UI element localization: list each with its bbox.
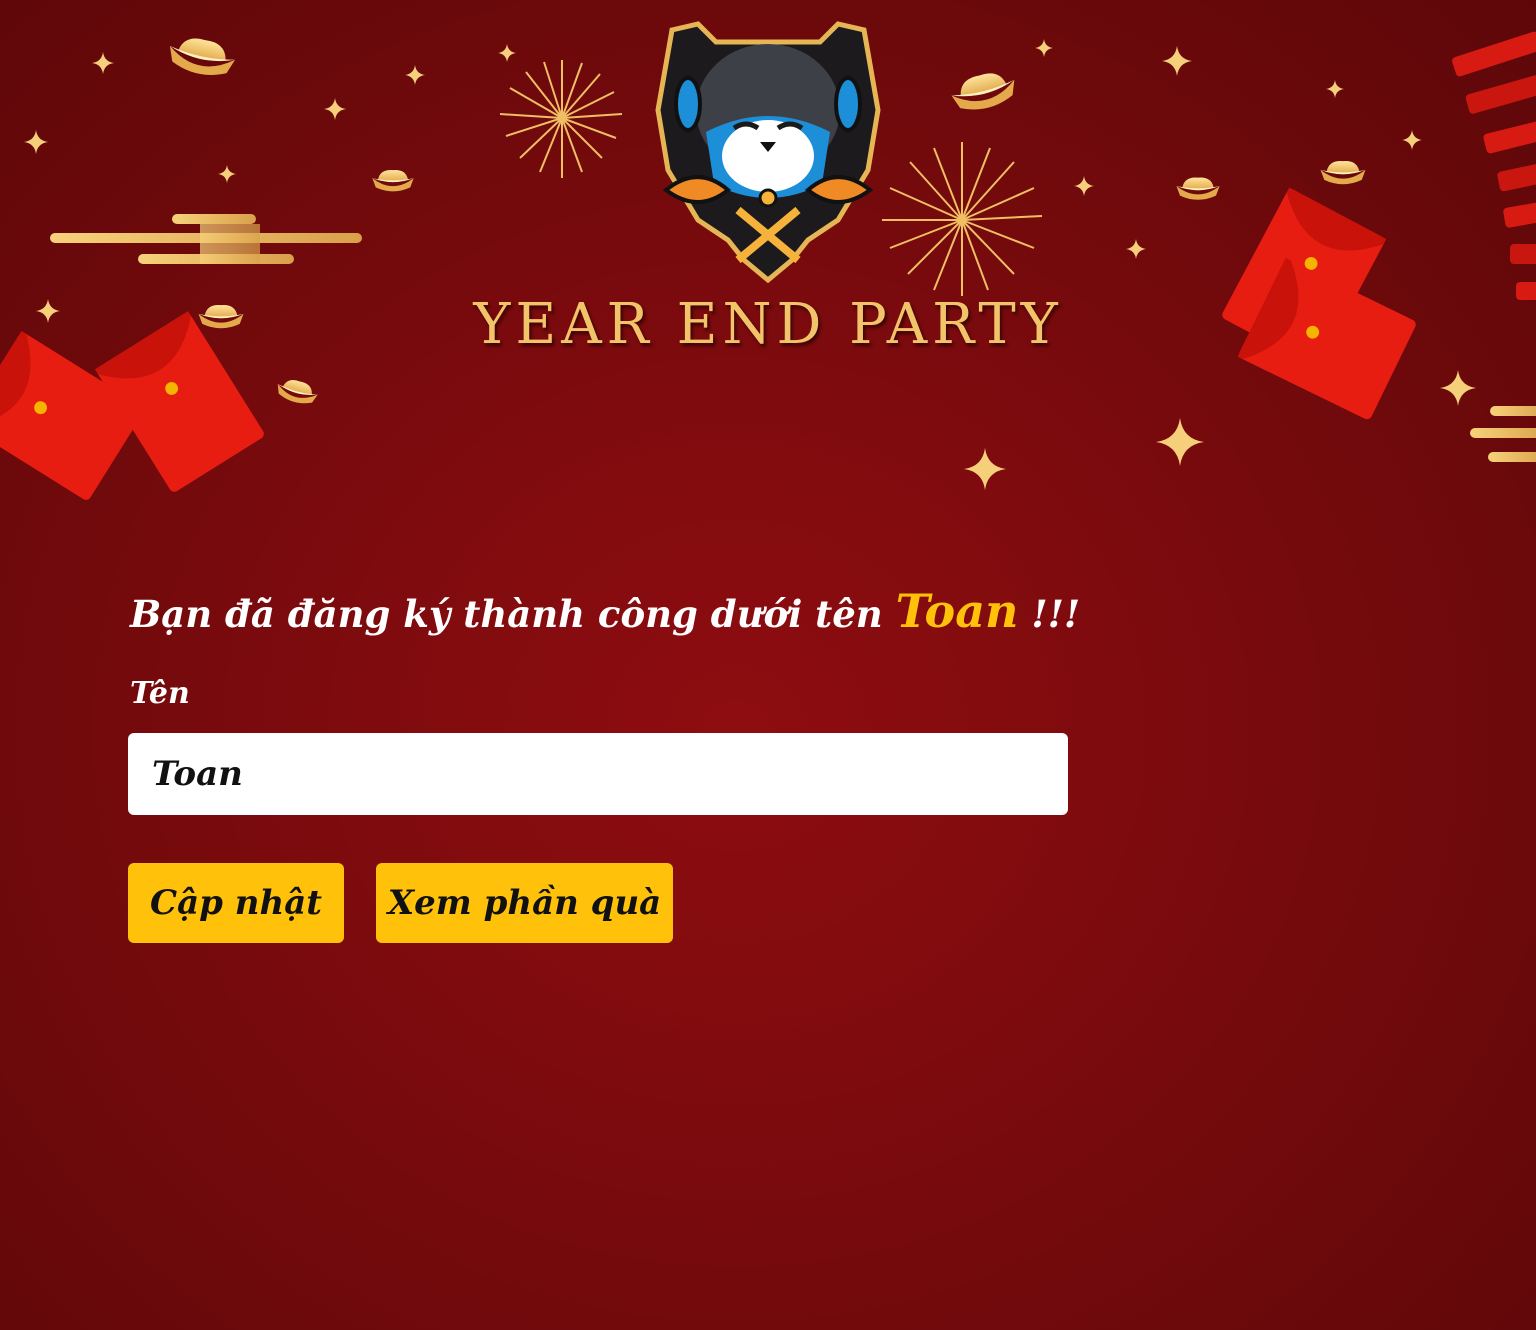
gold-ingot-icon xyxy=(165,33,238,81)
header-decorations xyxy=(0,21,1536,502)
cat-gamer-mascot-logo xyxy=(655,21,881,284)
name-input[interactable] xyxy=(128,733,1068,815)
success-suffix: !!! xyxy=(1031,592,1081,636)
view-gift-button[interactable]: Xem phần quà xyxy=(376,863,673,943)
firecracker-icon xyxy=(1452,31,1536,300)
name-label: Tên xyxy=(130,676,190,711)
registered-name: Toan xyxy=(895,584,1019,638)
page-title: YEAR END PARTY xyxy=(473,292,1063,357)
success-message: Bạn đã đăng ký thành công dưới tên Toan … xyxy=(130,584,1080,638)
gold-cloud-icon xyxy=(50,214,362,264)
success-prefix: Bạn đã đăng ký thành công dưới tên xyxy=(130,592,883,636)
update-button[interactable]: Cập nhật xyxy=(128,863,344,943)
gold-cloud-icon xyxy=(1470,406,1536,462)
